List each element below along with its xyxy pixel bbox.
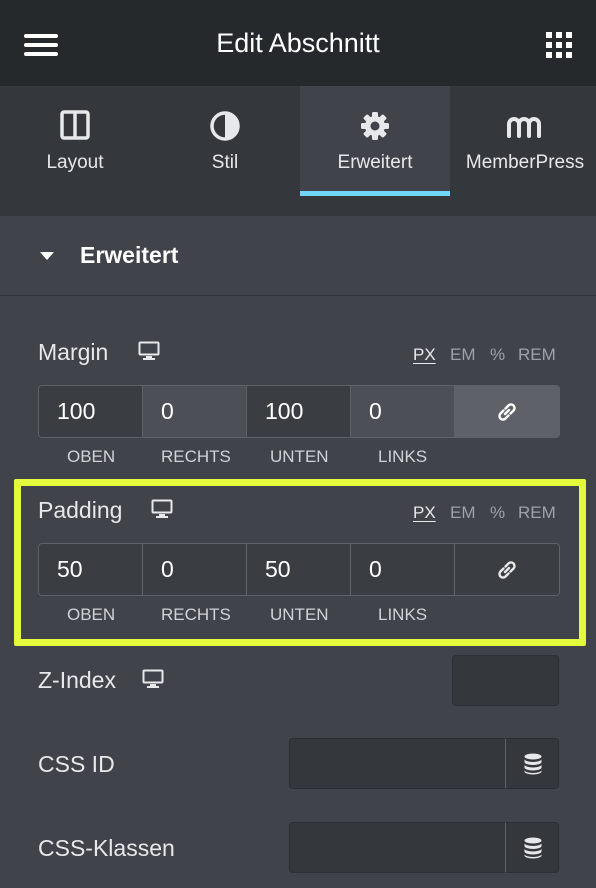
unit-px[interactable]: PX <box>413 345 436 365</box>
link-icon <box>498 561 516 579</box>
margin-top-input[interactable]: 100 <box>39 386 143 437</box>
tab-erweitert[interactable]: Erweitert <box>300 86 450 196</box>
caret-down-icon <box>40 252 54 260</box>
unit-rem[interactable]: REM <box>518 345 556 365</box>
tab-label: Stil <box>211 152 239 173</box>
link-icon <box>498 403 516 421</box>
css-id-label: CSS ID <box>38 751 115 777</box>
contrast-icon <box>150 110 300 142</box>
margin-label: Margin <box>38 339 109 365</box>
margin-left-input[interactable]: 0 <box>351 386 455 437</box>
side-label-left: LINKS <box>378 605 428 624</box>
dynamic-tags-button[interactable] <box>505 822 559 873</box>
panel-tabs: Layout Stil Erweitert MemberPress <box>0 86 596 196</box>
desktop-monitor-icon[interactable] <box>142 669 164 689</box>
zindex-input[interactable] <box>452 655 559 706</box>
tab-label: MemberPress <box>465 152 585 173</box>
database-icon <box>524 753 542 775</box>
unit-px[interactable]: PX <box>413 503 436 523</box>
tab-label: Erweitert <box>337 152 413 173</box>
dynamic-tags-button[interactable] <box>505 738 559 789</box>
side-label-top: OBEN <box>67 605 116 624</box>
css-classes-input[interactable] <box>289 822 506 873</box>
side-label-right: RECHTS <box>161 447 231 466</box>
editor-panel: Edit Abschnitt Layout Stil Erweitert Mem… <box>0 0 596 888</box>
memberpress-logo-icon <box>450 110 596 142</box>
side-label-top: OBEN <box>67 447 116 466</box>
margin-dimensions: 100 0 100 0 <box>38 385 560 438</box>
tab-label: Layout <box>46 152 104 173</box>
unit-percent[interactable]: % <box>490 503 505 523</box>
padding-link-values-button[interactable] <box>455 544 559 595</box>
side-label-bottom: UNTEN <box>270 447 329 466</box>
panel-header: Edit Abschnitt <box>0 0 596 86</box>
tabs-spacer <box>0 196 596 216</box>
unit-em[interactable]: EM <box>450 345 476 365</box>
padding-left-input[interactable]: 0 <box>351 544 455 595</box>
layout-columns-icon <box>0 110 150 142</box>
padding-label: Padding <box>38 497 123 523</box>
desktop-monitor-icon[interactable] <box>151 499 173 519</box>
margin-bottom-input[interactable]: 100 <box>247 386 351 437</box>
tab-stil[interactable]: Stil <box>150 86 300 196</box>
padding-side-labels: OBEN RECHTS UNTEN LINKS <box>38 605 458 625</box>
css-classes-label: CSS-Klassen <box>38 835 175 861</box>
tab-memberpress[interactable]: MemberPress <box>450 86 596 196</box>
margin-unit-switcher: PX EM % REM <box>413 345 563 365</box>
unit-rem[interactable]: REM <box>518 503 556 523</box>
tab-layout[interactable]: Layout <box>0 86 150 196</box>
gear-icon <box>300 110 450 142</box>
section-toggle-erweitert[interactable]: Erweitert <box>0 216 596 296</box>
unit-percent[interactable]: % <box>490 345 505 365</box>
desktop-monitor-icon[interactable] <box>138 341 160 361</box>
side-label-bottom: UNTEN <box>270 605 329 624</box>
margin-link-values-button[interactable] <box>455 386 559 437</box>
side-label-left: LINKS <box>378 447 428 466</box>
padding-unit-switcher: PX EM % REM <box>413 503 563 523</box>
apps-grid-icon[interactable] <box>546 32 572 58</box>
css-id-input[interactable] <box>289 738 506 789</box>
database-icon <box>524 837 542 859</box>
padding-dimensions: 50 0 50 0 <box>38 543 560 596</box>
panel-title: Edit Abschnitt <box>216 28 380 58</box>
padding-bottom-input[interactable]: 50 <box>247 544 351 595</box>
unit-em[interactable]: EM <box>450 503 476 523</box>
padding-right-input[interactable]: 0 <box>143 544 247 595</box>
margin-side-labels: OBEN RECHTS UNTEN LINKS <box>38 447 458 467</box>
side-label-right: RECHTS <box>161 605 231 624</box>
padding-top-input[interactable]: 50 <box>39 544 143 595</box>
zindex-label: Z-Index <box>38 667 116 693</box>
margin-right-input[interactable]: 0 <box>143 386 247 437</box>
section-title: Erweitert <box>80 242 179 268</box>
